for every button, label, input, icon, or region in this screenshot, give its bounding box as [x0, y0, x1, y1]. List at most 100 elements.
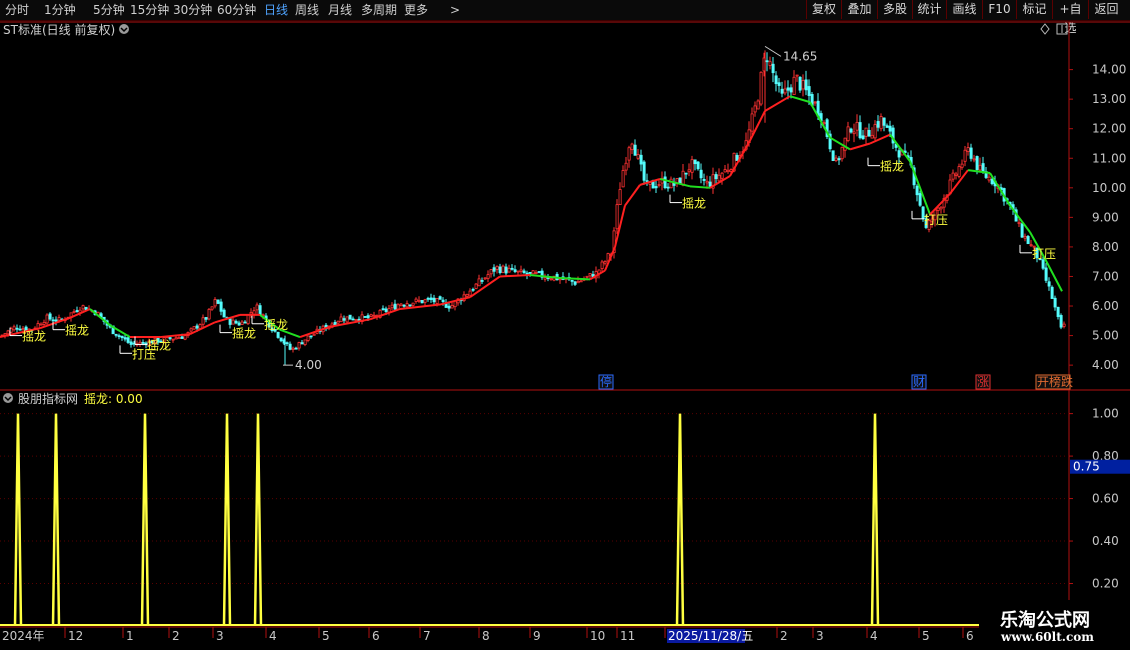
event-tag: 开榜跌 — [1037, 374, 1073, 389]
date-label: 3 — [816, 629, 824, 643]
signal-label: 摇龙 — [65, 324, 89, 338]
candle-body — [402, 304, 406, 307]
toolbar-button-1[interactable]: 叠加 — [841, 0, 877, 19]
candle-body — [717, 174, 721, 182]
candle-body — [384, 308, 388, 312]
candle-body — [846, 126, 850, 141]
period-tab-10[interactable]: 更多 — [404, 1, 428, 19]
candle-body — [216, 299, 220, 304]
candle-body — [786, 87, 790, 91]
candle-body — [789, 87, 793, 93]
period-tab-1[interactable]: 1分钟 — [44, 1, 76, 19]
toolbar-button-6[interactable]: 标记 — [1016, 0, 1052, 19]
period-tab-5[interactable]: 60分钟 — [217, 1, 256, 19]
period-tab-2[interactable]: 5分钟 — [93, 1, 125, 19]
candle-body — [1053, 297, 1057, 308]
candle-body — [474, 283, 478, 289]
toolbar-button-5[interactable]: F10 — [982, 0, 1016, 19]
candle-body — [975, 156, 979, 171]
candle-body — [408, 304, 412, 307]
candle-body — [363, 316, 367, 318]
ma-layer — [0, 95, 1063, 339]
candle-body — [915, 185, 919, 196]
candle-body — [585, 275, 589, 278]
candle-body — [354, 319, 358, 321]
period-tab-9[interactable]: 多周期 — [361, 1, 397, 19]
candle-body — [654, 186, 658, 189]
candle-body — [714, 174, 718, 180]
candle-body — [522, 270, 526, 274]
candle-body — [348, 314, 352, 320]
date-label: 3 — [216, 629, 224, 643]
candle-body — [405, 303, 409, 308]
period-tab-4[interactable]: 30分钟 — [173, 1, 212, 19]
toolbar-button-2[interactable]: 多股 — [877, 0, 912, 19]
candle-body — [15, 327, 19, 330]
period-tab-8[interactable]: 月线 — [328, 1, 352, 19]
candle-body — [339, 316, 343, 323]
high-price-label: 14.65 — [783, 49, 817, 63]
candle-body — [228, 318, 232, 325]
toolbar-button-7[interactable]: +自选 — [1052, 0, 1088, 35]
candle-body — [642, 161, 646, 181]
candle-body — [549, 278, 553, 281]
candle-body — [543, 277, 547, 280]
candle-body — [465, 293, 469, 297]
candle-body — [873, 124, 877, 139]
indicator-tick-label: 0.60 — [1092, 492, 1119, 506]
candle-body — [885, 125, 889, 128]
toolbar-button-3[interactable]: 统计 — [912, 0, 946, 19]
candle-body — [804, 79, 808, 91]
candle-body — [510, 267, 514, 270]
period-tab-7[interactable]: 周线 — [295, 1, 319, 19]
toolbar-button-4[interactable]: 画线 — [946, 0, 982, 19]
candle-body — [693, 159, 697, 165]
candle-body — [864, 127, 868, 137]
candle-body — [888, 125, 892, 132]
candle-body — [735, 154, 739, 161]
candle-body — [867, 129, 871, 137]
candle-body — [687, 169, 691, 173]
ma-segment — [604, 246, 616, 271]
candle-body — [963, 149, 967, 162]
diamond-icon[interactable] — [1040, 23, 1050, 35]
price-tick-label: 12.00 — [1092, 122, 1126, 136]
candle-body — [630, 143, 634, 151]
candle-body — [936, 207, 940, 211]
candle-body — [285, 342, 289, 345]
candle-body — [72, 311, 76, 313]
date-label: 6 — [966, 629, 974, 643]
candle-body — [81, 305, 85, 310]
period-tab-6[interactable]: 日线 — [264, 1, 288, 19]
signal-label: 摇龙 — [232, 327, 256, 341]
more-arrow-icon[interactable]: > — [450, 1, 460, 19]
candle-body — [390, 304, 394, 309]
period-tab-3[interactable]: 15分钟 — [130, 1, 169, 19]
toolbar-button-0[interactable]: 复权 — [806, 0, 841, 19]
candle-body — [861, 135, 865, 140]
candle-body — [231, 319, 235, 325]
candle-body — [792, 76, 796, 96]
candle-body — [18, 328, 22, 331]
date-label: 1 — [126, 629, 134, 643]
candle-body — [207, 308, 211, 320]
candle-body — [720, 172, 724, 179]
candle-body — [429, 297, 433, 300]
ma-segment — [789, 95, 811, 104]
candle-body — [699, 169, 703, 179]
candle-body — [303, 339, 307, 345]
candle-body — [663, 176, 667, 189]
title-menu-icon[interactable] — [119, 24, 129, 34]
collapse-icon[interactable] — [3, 393, 13, 403]
period-tab-0[interactable]: 分时 — [5, 1, 29, 19]
event-tag: 停 — [600, 374, 612, 389]
candle-body — [813, 101, 817, 104]
candle-body — [336, 320, 340, 324]
low-price-label: 4.00 — [295, 358, 322, 372]
candle-body — [399, 303, 403, 307]
date-label: 2024年 — [2, 629, 45, 643]
candle-body — [981, 163, 985, 173]
candle-body — [831, 150, 835, 162]
toolbar-button-8[interactable]: 返回 — [1088, 0, 1124, 19]
candle-body — [414, 298, 418, 302]
